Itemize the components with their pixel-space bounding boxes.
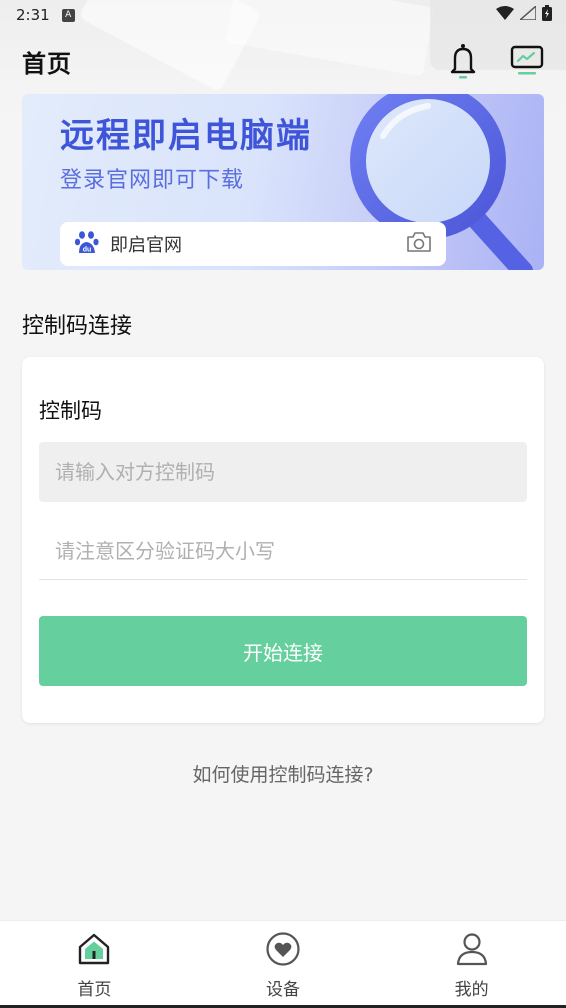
monitor-icon[interactable]: [510, 41, 544, 81]
control-code-label: 控制码: [39, 399, 102, 423]
baidu-paw-icon: du: [74, 229, 100, 259]
heart-icon: [265, 931, 301, 971]
status-time: 2:31: [16, 6, 50, 24]
user-icon: [454, 931, 490, 971]
bottom-nav: 首页 设备 我的: [0, 920, 566, 1008]
section-title: 控制码连接: [22, 314, 133, 339]
page-title: 首页: [22, 49, 72, 78]
app-header: 首页: [0, 38, 566, 84]
control-code-input[interactable]: [39, 442, 527, 502]
case-sensitivity-hint: 请注意区分验证码大小写: [55, 539, 275, 563]
signal-icon: [518, 4, 537, 24]
banner-subtitle: 登录官网即可下载: [60, 168, 245, 193]
notification-badge-icon: A: [61, 8, 75, 22]
nav-item-home[interactable]: 首页: [34, 931, 154, 1000]
help-link[interactable]: 如何使用控制码连接?: [0, 760, 566, 787]
start-connect-button[interactable]: 开始连接: [39, 616, 527, 686]
svg-text:du: du: [83, 247, 92, 254]
battery-icon: [542, 5, 552, 25]
status-bar: 2:31 A: [0, 0, 566, 30]
notification-bell-icon[interactable]: [446, 41, 480, 81]
camera-icon[interactable]: [406, 231, 432, 257]
banner-title: 远程即启电脑端: [60, 116, 312, 156]
nav-item-devices[interactable]: 设备: [223, 931, 343, 1000]
nav-item-mine[interactable]: 我的: [412, 931, 532, 1000]
home-icon: [76, 931, 112, 971]
divider: [39, 579, 527, 580]
nav-label-home: 首页: [77, 980, 112, 1000]
nav-label-devices: 设备: [265, 980, 300, 1000]
control-code-card: 控制码 请注意区分验证码大小写 开始连接: [22, 357, 544, 723]
nav-label-mine: 我的: [454, 980, 489, 1000]
banner-search-bar[interactable]: du 即启官网: [60, 222, 446, 266]
promo-banner[interactable]: 远程即启电脑端 登录官网即可下载 du 即启官网: [22, 94, 544, 270]
wifi-icon: [496, 6, 514, 24]
banner-search-text: 即启官网: [110, 235, 182, 256]
